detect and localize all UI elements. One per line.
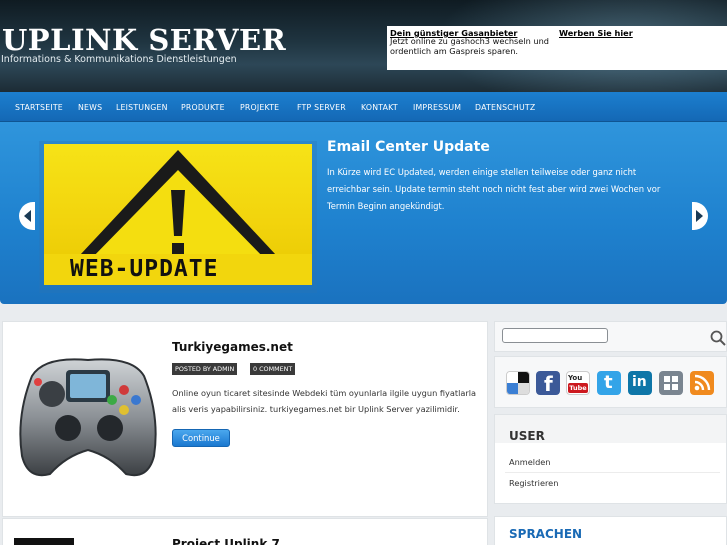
main-nav: STARTSEITE NEWS LEISTUNGEN PRODUKTE PROJ… (0, 92, 727, 122)
post-thumbnail[interactable] (14, 538, 74, 545)
nav-item-leistungen[interactable]: LEISTUNGEN (116, 92, 168, 122)
continue-button[interactable]: Continue (172, 429, 230, 447)
post-title[interactable]: Turkiyegames.net (172, 340, 293, 354)
ad-link-werben[interactable]: Werben Sie hier (559, 28, 633, 38)
slide-title[interactable]: Email Center Update (327, 139, 490, 155)
linkedin-icon[interactable]: in (628, 371, 652, 395)
nav-item-kontakt[interactable]: KONTAKT (361, 92, 398, 122)
slide-image-caption: WEB-UPDATE (70, 256, 219, 282)
chevron-left-icon (24, 210, 31, 222)
nav-item-ftp-server[interactable]: FTP SERVER (297, 92, 346, 122)
post-comment-badge[interactable]: 0 COMMENT (250, 363, 296, 375)
post-author-badge[interactable]: POSTED BY ADMIN (172, 363, 238, 375)
nav-item-startseite[interactable]: STARTSEITE (15, 92, 63, 122)
site-tagline: Informations & Kommunikations Dienstleis… (1, 54, 237, 65)
chevron-right-icon (696, 210, 703, 222)
ad-text: Jetzt online zu gashoch3 wechseln und or… (390, 36, 549, 56)
twitter-icon[interactable]: t (597, 371, 621, 395)
facebook-icon[interactable]: f (536, 371, 560, 395)
nav-item-produkte[interactable]: PRODUKTE (181, 92, 225, 122)
rss-glyph (694, 374, 711, 391)
gamepad-thumbnail[interactable] (14, 346, 162, 484)
post-excerpt: Online oyun ticaret sitesinde Webdeki tü… (172, 388, 477, 414)
nav-item-impressum[interactable]: IMPRESSUM (413, 92, 461, 122)
myspace-icon[interactable] (659, 371, 683, 395)
search-input[interactable] (502, 328, 608, 343)
delicious-icon[interactable] (506, 371, 530, 395)
divider (505, 472, 720, 473)
nav-item-news[interactable]: NEWS (78, 92, 102, 122)
gamepad-icon (19, 358, 157, 477)
nav-item-projekte[interactable]: PROJEKTE (240, 92, 279, 122)
user-widget-title: USER (509, 429, 545, 443)
register-link[interactable]: Registrieren (509, 478, 558, 488)
site-logo[interactable]: UPLINK SERVER (2, 24, 286, 56)
youtube-icon[interactable]: You Tube (566, 371, 590, 395)
search-icon[interactable] (710, 330, 726, 346)
slide-text: In Kürze wird EC Updated, werden einige … (327, 167, 661, 211)
slide-image-warning[interactable]: WEB-UPDATE (44, 144, 312, 285)
login-link[interactable]: Anmelden (509, 457, 551, 467)
nav-item-datenschutz[interactable]: DATENSCHUTZ (475, 92, 535, 122)
post-title[interactable]: Project Uplink 7 (172, 537, 280, 545)
language-widget-title: SPRACHEN (509, 527, 583, 541)
ads-by-label[interactable]: Ads by Adscale (658, 61, 724, 70)
rss-icon[interactable] (690, 371, 714, 395)
